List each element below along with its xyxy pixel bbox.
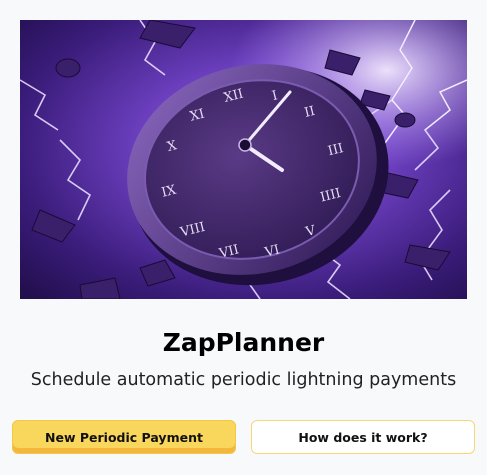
new-periodic-payment-button[interactable]: New Periodic Payment (12, 420, 236, 454)
app-subtitle: Schedule automatic periodic lightning pa… (30, 370, 457, 390)
clock-lightning-illustration: XII I II III IIII V VI VII VIII IX X XI (20, 20, 467, 299)
hero-image: XII I II III IIII V VI VII VIII IX X XI (20, 20, 467, 299)
app-title: ZapPlanner (162, 328, 325, 357)
how-does-it-work-button[interactable]: How does it work? (251, 420, 475, 454)
